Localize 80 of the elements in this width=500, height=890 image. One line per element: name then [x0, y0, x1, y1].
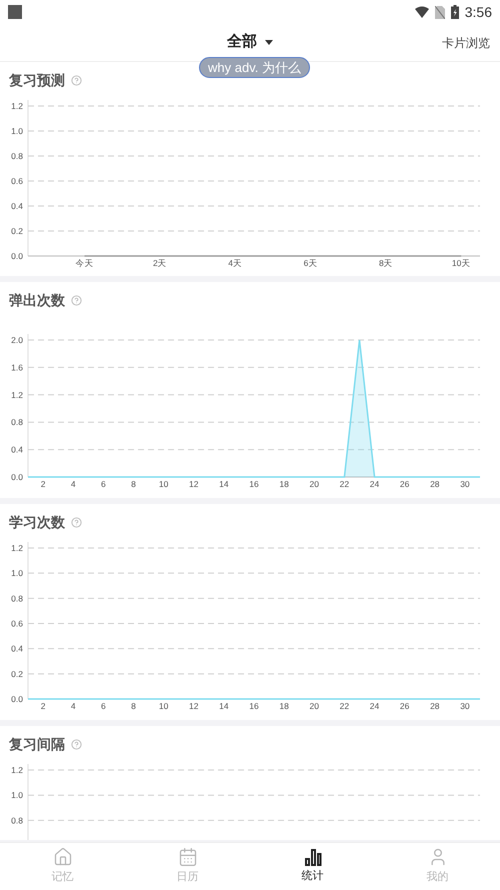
x-axis-label: 12 [189, 701, 198, 711]
x-axis-label: 22 [340, 701, 350, 711]
x-axis-label: 28 [430, 701, 440, 711]
x-axis-label: 20 [310, 701, 319, 711]
x-axis-label: 10天 [452, 258, 470, 268]
y-axis-label: 0.8 [11, 417, 23, 428]
x-axis-label: 6天 [304, 258, 318, 268]
x-axis-label: 18 [279, 701, 289, 711]
y-axis-label: 0.8 [11, 593, 23, 604]
y-axis-label: 0.6 [11, 618, 23, 628]
x-axis-label: 8 [131, 701, 136, 711]
y-axis-label: 1.6 [11, 362, 23, 372]
x-axis-label: 24 [370, 479, 380, 489]
y-axis-label: 0.4 [11, 201, 23, 211]
y-axis-label: 0.4 [11, 644, 23, 654]
x-axis-label: 16 [249, 479, 259, 489]
category-dropdown[interactable]: 全部 [227, 31, 273, 54]
x-axis-label: 4 [70, 701, 76, 711]
y-axis-label: 1.2 [11, 543, 23, 553]
y-axis-label: 0.6 [11, 176, 23, 186]
section-title: 弹出次数 [9, 290, 65, 310]
y-axis-label: 0.0 [11, 251, 23, 261]
x-axis-label: 4天 [228, 258, 242, 268]
y-axis-label: 1.2 [11, 101, 23, 111]
battery-icon [450, 5, 459, 19]
y-axis-label: 0.2 [11, 226, 23, 236]
card-browse-button[interactable]: 卡片浏览 [442, 34, 490, 52]
y-axis-label: 1.0 [11, 126, 23, 136]
x-axis-label: 10 [158, 479, 168, 489]
x-axis-label: 8天 [378, 258, 393, 268]
x-axis-label: 6 [100, 479, 106, 489]
y-axis-label: 2.0 [11, 335, 23, 345]
calendar-icon [178, 847, 198, 868]
x-axis-label: 12 [189, 479, 198, 489]
clock-time: 3:56 [464, 2, 492, 22]
caret-icon [265, 40, 273, 45]
nav-tab[interactable]: 统计 [250, 843, 375, 890]
x-axis-label: 26 [400, 479, 410, 489]
section-title: 复习预测 [9, 70, 65, 90]
y-axis-label: 0.8 [11, 151, 23, 161]
help-icon[interactable] [71, 74, 82, 86]
y-axis-label: 1.2 [11, 390, 23, 400]
x-axis-label: 14 [219, 701, 229, 711]
y-axis-label: 0.0 [11, 472, 23, 482]
section-title: 复习间隔 [9, 734, 65, 754]
x-axis-label: 26 [400, 701, 410, 711]
x-axis-label: 8 [131, 479, 136, 489]
x-axis-label: 2 [40, 479, 46, 489]
y-axis-label: 0.8 [11, 815, 23, 826]
y-axis-label: 0.2 [11, 668, 23, 679]
x-axis-label: 2天 [152, 258, 167, 268]
x-axis-label: 10 [158, 701, 168, 711]
x-axis-label: 18 [279, 479, 289, 489]
x-axis-label: 2 [40, 701, 46, 711]
x-axis-label: 20 [310, 479, 319, 489]
x-axis-label: 16 [249, 701, 259, 711]
x-axis-label: 4 [70, 479, 76, 489]
home-icon [52, 847, 72, 868]
x-axis-label: 22 [340, 479, 350, 489]
help-icon[interactable] [71, 738, 82, 750]
wifi-icon [414, 6, 429, 18]
y-axis-label: 0.4 [11, 444, 23, 455]
notification-icon [8, 5, 22, 19]
y-axis-label: 1.0 [11, 790, 23, 800]
bar-chart-icon [304, 848, 322, 866]
y-axis-label: 1.0 [11, 568, 23, 578]
x-axis-label: 30 [460, 479, 470, 489]
help-icon[interactable] [71, 516, 82, 528]
section-title: 学习次数 [9, 512, 65, 532]
x-axis-label: 6 [100, 701, 106, 711]
x-axis-label: 今天 [76, 258, 94, 268]
no-sim-icon [434, 6, 445, 18]
x-axis-label: 28 [430, 479, 440, 489]
x-axis-label: 14 [219, 479, 229, 489]
word-tooltip: why adv. 为什么 [199, 57, 310, 78]
y-axis-label: 0.0 [11, 694, 23, 704]
x-axis-label: 30 [460, 701, 470, 711]
help-icon[interactable] [71, 294, 82, 306]
y-axis-label: 1.2 [11, 765, 23, 775]
x-axis-label: 24 [370, 701, 380, 711]
